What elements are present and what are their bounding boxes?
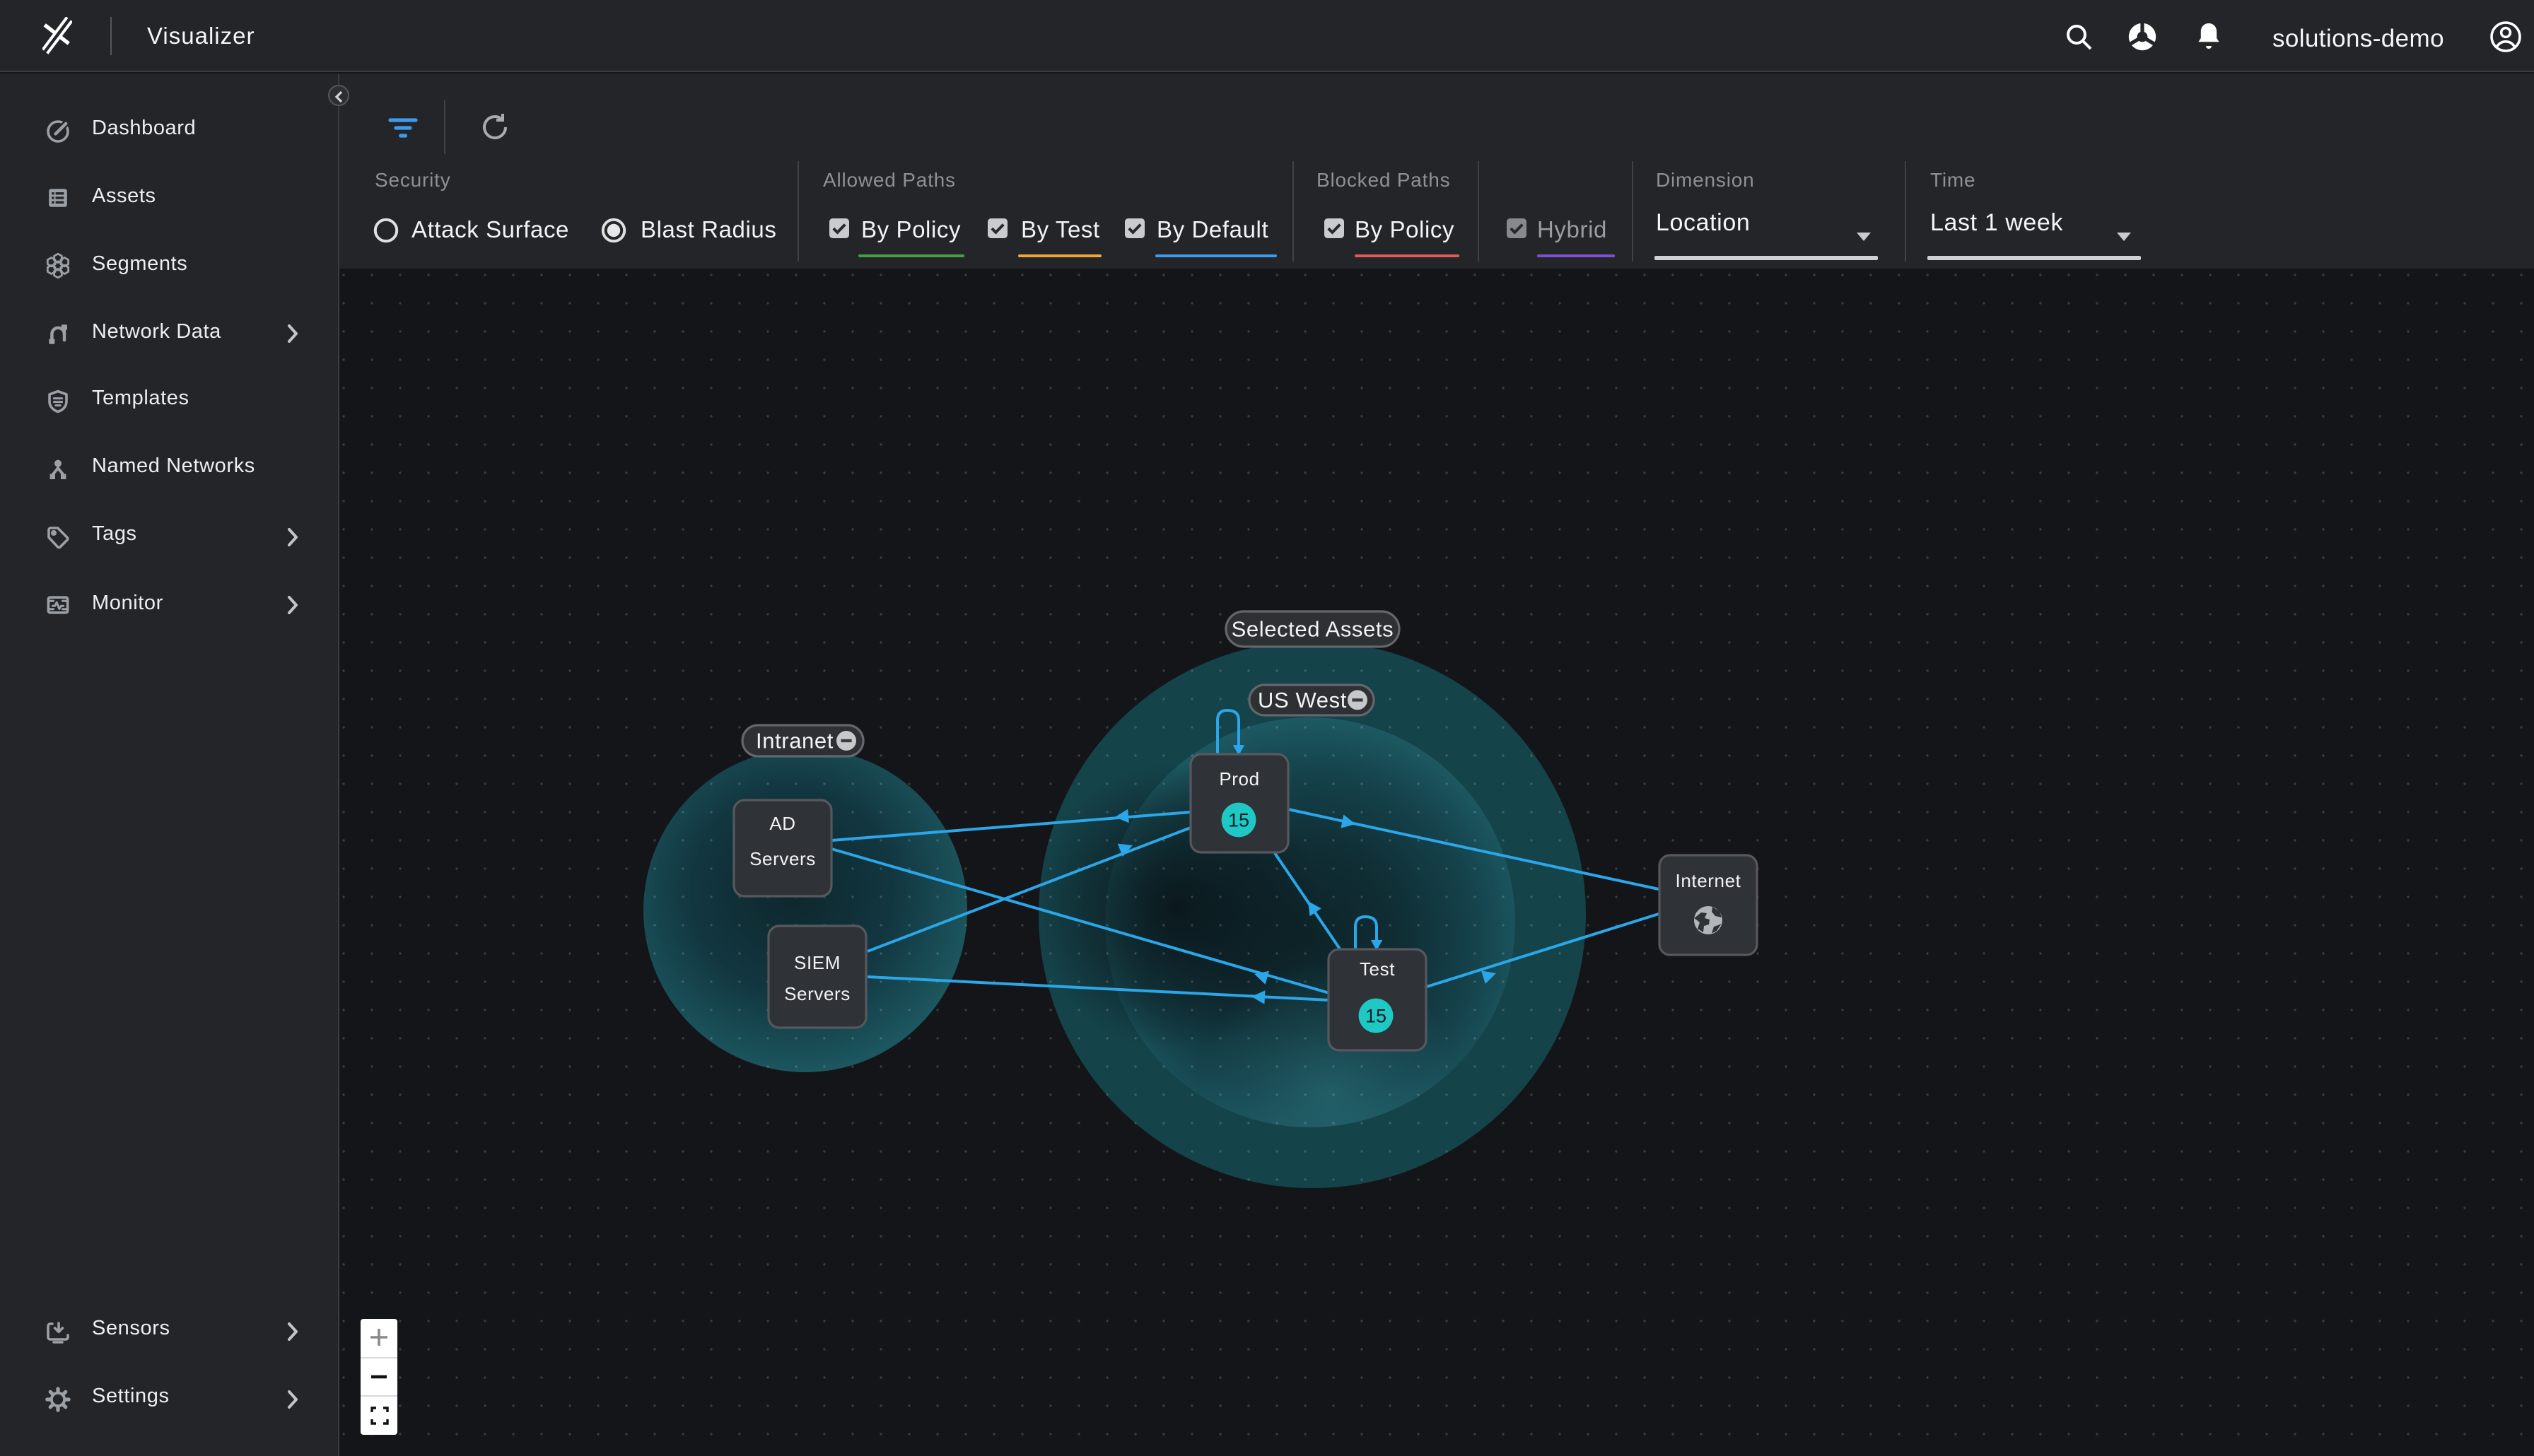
svg-text:Servers: Servers bbox=[749, 848, 816, 869]
svg-text:Servers: Servers bbox=[784, 983, 851, 1004]
svg-text:15: 15 bbox=[1228, 810, 1249, 831]
svg-text:Test: Test bbox=[1360, 958, 1395, 980]
svg-text:SIEM: SIEM bbox=[794, 952, 841, 973]
svg-text:Intranet: Intranet bbox=[756, 729, 834, 753]
svg-text:15: 15 bbox=[1365, 1006, 1386, 1027]
svg-text:Internet: Internet bbox=[1676, 870, 1741, 891]
svg-text:Selected Assets: Selected Assets bbox=[1232, 617, 1394, 642]
svg-text:US West: US West bbox=[1258, 688, 1347, 712]
svg-text:AD: AD bbox=[769, 813, 795, 834]
svg-text:Prod: Prod bbox=[1219, 768, 1259, 789]
